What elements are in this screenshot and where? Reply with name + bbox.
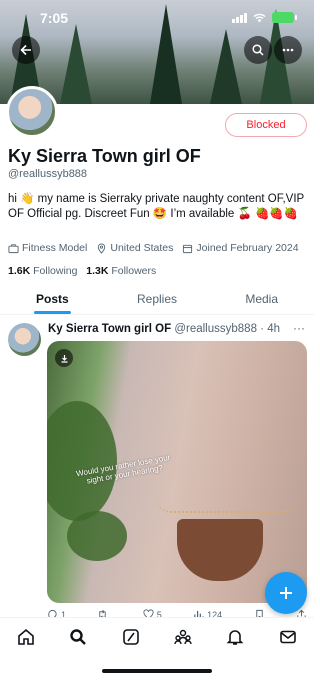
joined-label: Joined February 2024 [196, 242, 299, 254]
grok-icon[interactable] [122, 628, 140, 646]
download-icon [61, 354, 67, 363]
profile-joined: Joined February 2024 [182, 242, 299, 254]
plus-icon [280, 587, 292, 599]
media-foliage [67, 511, 127, 561]
download-button[interactable] [55, 349, 73, 367]
follow-counts: 1.6K Following 1.3K Followers [8, 265, 156, 277]
banner-tree [210, 29, 242, 104]
more-button[interactable] [274, 36, 302, 64]
arrow-left-icon [20, 44, 31, 56]
search-icon [252, 44, 264, 56]
following-label: Following [33, 265, 78, 277]
status-icons [232, 12, 297, 23]
wifi-icon [253, 13, 266, 22]
followers-label: Followers [111, 265, 157, 277]
media-foliage [47, 401, 117, 521]
back-button[interactable] [12, 36, 40, 64]
calendar-icon [183, 244, 193, 253]
compose-post-button[interactable] [265, 572, 307, 614]
home-icon[interactable] [17, 628, 35, 646]
profile-category: Fitness Model [8, 242, 87, 254]
followers-count: 1.3K [86, 265, 109, 277]
tab-posts[interactable]: Posts [0, 283, 105, 314]
profile-meta: Fitness Model United States Joined Febru… [8, 242, 308, 254]
search-button[interactable] [244, 36, 272, 64]
bottom-nav [0, 617, 314, 680]
profile-display-name: Ky Sierra Town girl OF [8, 146, 201, 166]
briefcase-icon [8, 243, 19, 253]
category-label: Fitness Model [22, 242, 88, 254]
tweet-header: Ky Sierra Town girl OF @reallussyb888 · … [48, 323, 280, 335]
home-indicator [102, 669, 212, 673]
status-bar: 7:05 [0, 0, 314, 30]
media-chain [157, 499, 297, 513]
search-icon[interactable] [69, 628, 87, 646]
profile-avatar[interactable] [6, 86, 58, 138]
profile-handle: @reallussyb888 [8, 168, 88, 180]
tweet-avatar[interactable] [8, 323, 41, 356]
tweet-author-name[interactable]: Ky Sierra Town girl OF [48, 323, 171, 335]
profile-bio: hi 👋 my name is Sierraky private naughty… [8, 193, 304, 220]
status-time: 7:05 [40, 10, 69, 26]
bell-icon[interactable] [226, 628, 244, 646]
mail-icon[interactable] [279, 628, 297, 646]
followers-link[interactable]: 1.3K Followers [86, 265, 156, 277]
banner-tree [60, 24, 92, 104]
tweet-author-handle: @reallussyb888 [174, 323, 257, 335]
tweet-time: · 4h [260, 323, 280, 335]
battery-icon [272, 12, 297, 23]
media-garment [177, 519, 263, 581]
more-horizontal-icon [282, 48, 294, 52]
following-count: 1.6K [8, 265, 31, 277]
blocked-button[interactable]: Blocked [225, 113, 307, 137]
following-link[interactable]: 1.6K Following [8, 265, 77, 277]
tab-media[interactable]: Media [209, 283, 314, 314]
location-pin-icon [98, 243, 106, 254]
communities-icon[interactable] [174, 628, 192, 646]
profile-tabs: Posts Replies Media [0, 283, 314, 315]
profile-location: United States [96, 242, 173, 254]
tab-replies[interactable]: Replies [105, 283, 210, 314]
tweet-more-button[interactable]: ··· [293, 321, 305, 335]
tweet-media[interactable]: Would you rather lose your sight or your… [47, 341, 307, 603]
location-label: United States [110, 242, 174, 254]
signal-icon [232, 12, 247, 23]
